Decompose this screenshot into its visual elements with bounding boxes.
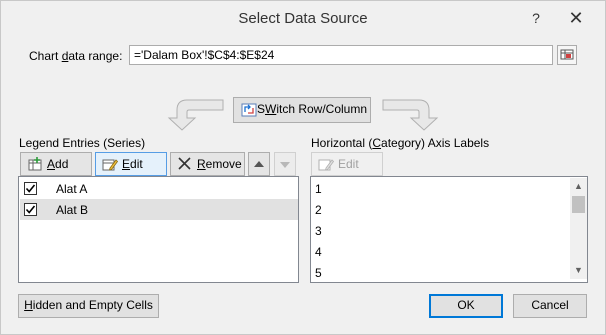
collapse-dialog-button[interactable] — [557, 45, 577, 65]
label-accelerator: C — [372, 136, 382, 150]
list-item: 4 — [315, 245, 322, 259]
label-accelerator: E — [122, 157, 131, 171]
label-accelerator: H — [24, 298, 33, 312]
hidden-empty-cells-button[interactable]: Hidden and Empty Cells — [18, 294, 159, 318]
edit-axis-icon — [318, 159, 334, 171]
series-name: Alat A — [56, 182, 88, 196]
label-accelerator: W — [264, 102, 277, 116]
switch-row-column-button[interactable]: SWitch Row/Column — [233, 97, 371, 123]
series-row[interactable]: Alat A — [20, 178, 298, 199]
remove-series-button[interactable]: Remove — [170, 152, 245, 176]
series-name: Alat B — [56, 203, 89, 217]
remove-x-icon — [178, 157, 191, 170]
add-series-button[interactable]: Add — [20, 152, 92, 176]
label-part: Horizontal ( — [311, 136, 373, 150]
axis-labels-label: Horizontal (Category) Axis Labels — [311, 136, 489, 150]
series-checkbox[interactable] — [24, 203, 37, 216]
cancel-button[interactable]: Cancel — [513, 294, 587, 318]
vertical-scrollbar[interactable]: ▲ ▼ — [570, 178, 587, 279]
label-part: S — [256, 102, 265, 116]
add-series-icon — [28, 157, 42, 171]
edit-axis-labels-button[interactable]: Edit — [311, 152, 383, 176]
checkmark-icon — [25, 184, 36, 193]
chart-data-range-input[interactable]: ='Dalam Box'!$C$4:$E$24 — [129, 45, 553, 65]
range-select-icon — [560, 49, 574, 60]
label-part: ata range: — [68, 49, 123, 63]
triangle-down-icon — [280, 162, 290, 168]
label-part: idden and Empty Cells — [32, 298, 153, 312]
series-list[interactable]: Alat A Alat B — [18, 176, 299, 283]
select-data-source-dialog: Select Data Source ? ✕ Chart data range:… — [0, 0, 606, 335]
label-part: itch Row/Column — [276, 102, 368, 116]
curved-left-arrow-icon — [167, 99, 224, 131]
help-button[interactable]: ? — [523, 7, 549, 29]
list-item: 3 — [315, 224, 322, 238]
list-item: 1 — [315, 182, 322, 196]
checkmark-icon — [25, 205, 36, 214]
edit-series-icon — [102, 159, 118, 171]
label-accelerator: A — [47, 157, 56, 171]
chart-data-range-label: Chart data range: — [29, 49, 122, 63]
switch-row-column-icon — [241, 103, 257, 117]
triangle-up-icon — [254, 161, 264, 167]
dialog-title: Select Data Source — [238, 10, 368, 27]
ok-button[interactable]: OK — [429, 294, 503, 318]
list-item: 5 — [315, 266, 322, 280]
label-part: Le — [19, 136, 33, 150]
label-part: dit — [130, 157, 143, 171]
label-part: Chart — [29, 49, 62, 63]
scroll-up-icon[interactable]: ▲ — [570, 178, 587, 195]
curved-right-arrow-icon — [382, 99, 439, 131]
label-part: ategory) Axis Labels — [381, 136, 490, 150]
legend-entries-label: Legend Entries (Series) — [19, 136, 145, 150]
scroll-down-icon[interactable]: ▼ — [570, 262, 587, 279]
label-part: end Entries (Series) — [39, 136, 146, 150]
series-row[interactable]: Alat B — [20, 199, 298, 220]
move-up-button[interactable] — [248, 152, 270, 176]
list-item: 2 — [315, 203, 322, 217]
series-checkbox[interactable] — [24, 182, 37, 195]
label-part: Edit — [338, 157, 359, 171]
move-down-button[interactable] — [274, 152, 296, 176]
scroll-thumb[interactable] — [572, 196, 585, 213]
label-part: emove — [205, 157, 242, 171]
edit-series-button[interactable]: Edit — [95, 152, 167, 176]
label-accelerator: R — [197, 157, 206, 171]
title-bar: Select Data Source ? ✕ — [1, 1, 605, 37]
label-part: dd — [55, 157, 69, 171]
axis-labels-list[interactable]: 1 2 3 4 5 ▲ ▼ — [310, 176, 588, 283]
close-button[interactable]: ✕ — [563, 7, 589, 29]
